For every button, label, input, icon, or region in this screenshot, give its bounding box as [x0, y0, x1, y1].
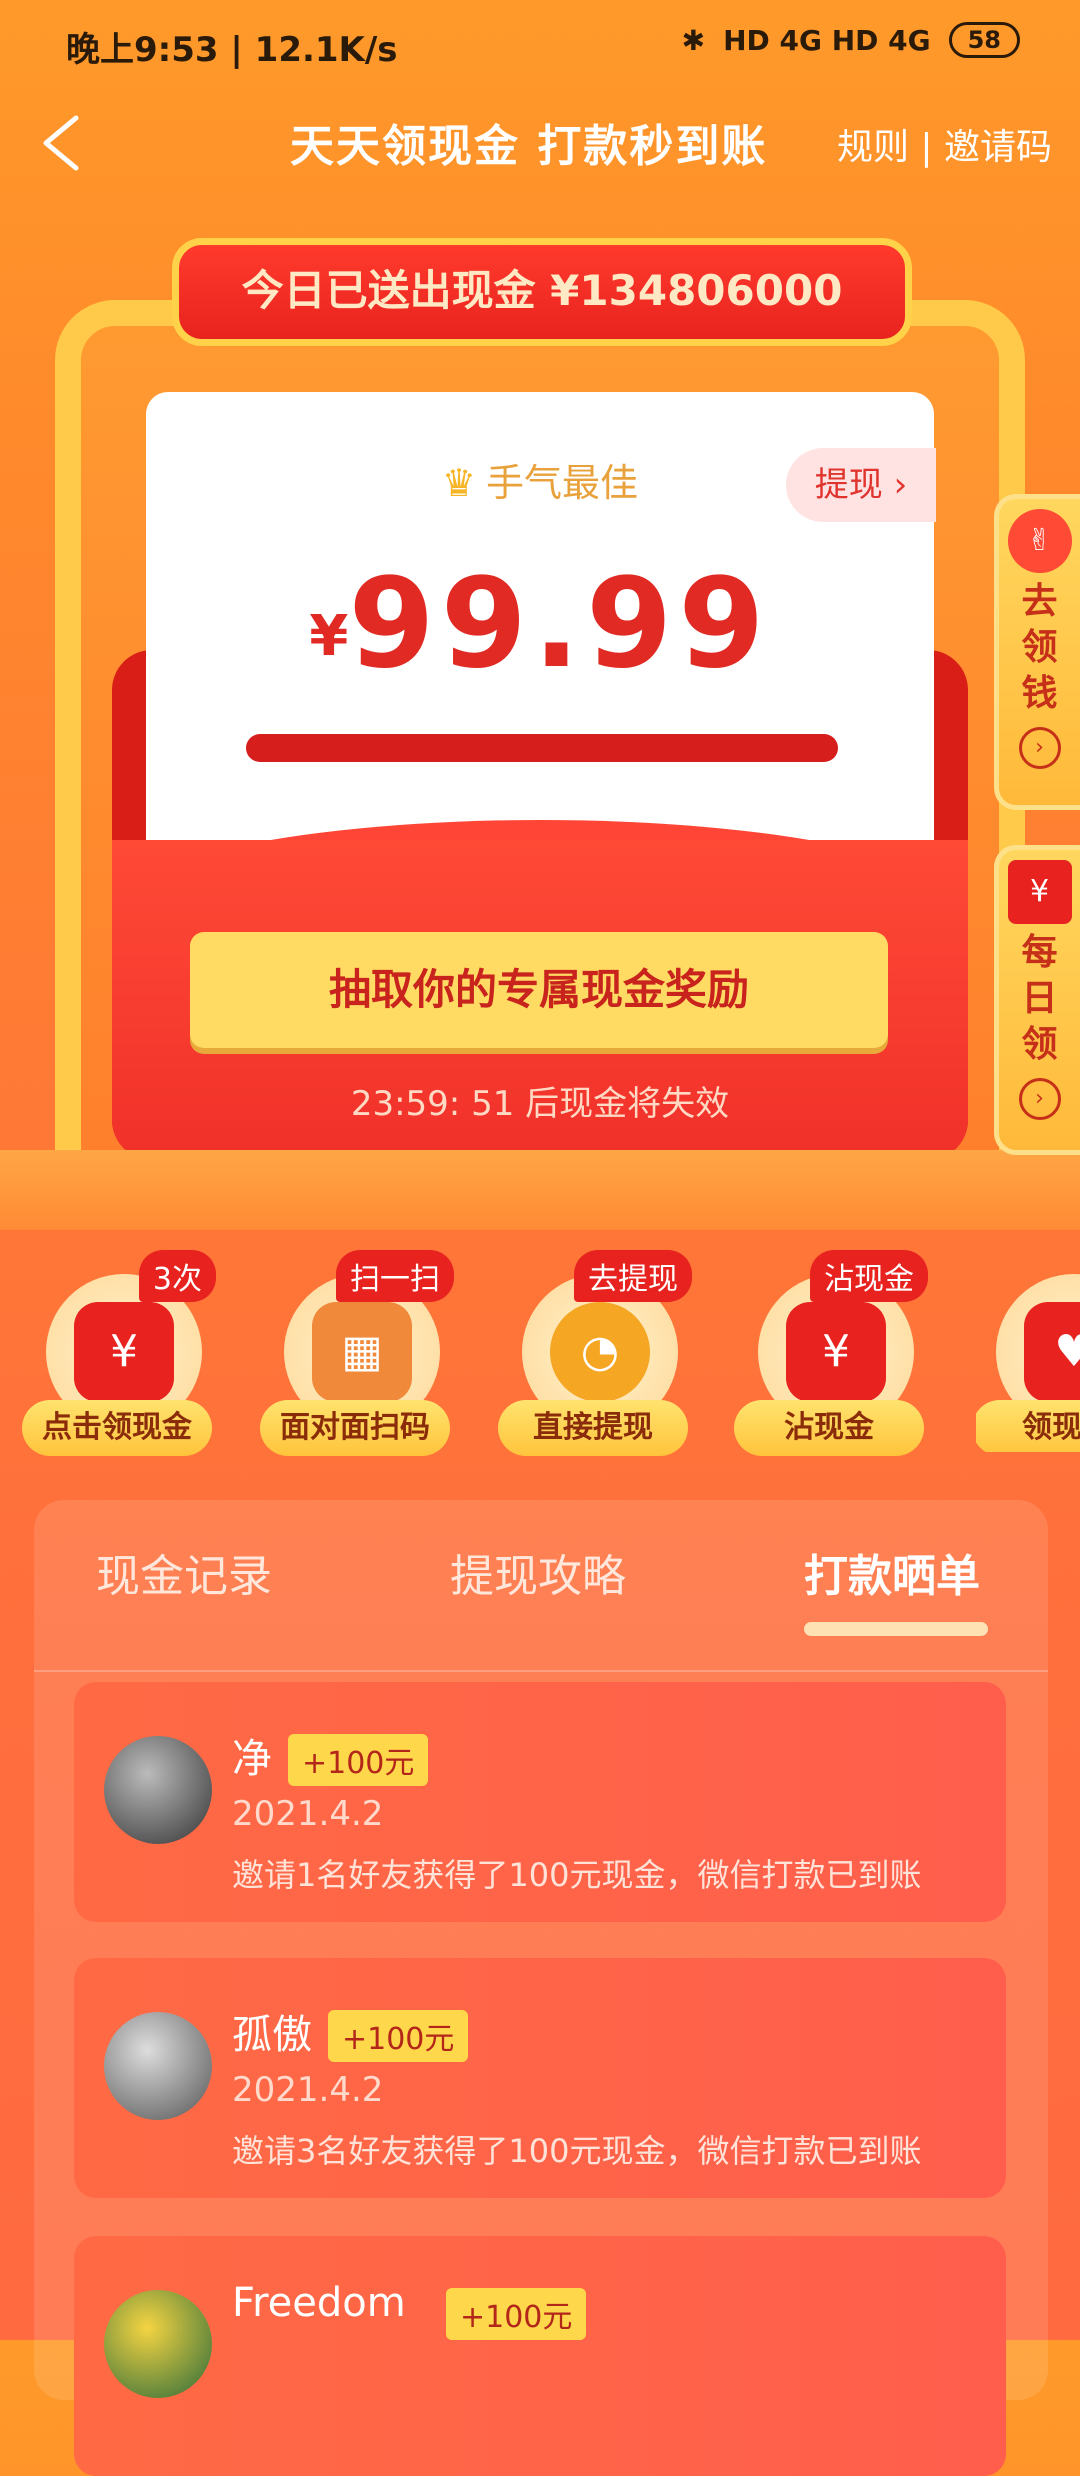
- user-name: Freedom: [232, 2280, 406, 2326]
- side-tab-daily[interactable]: ¥ 每日领 ›: [994, 845, 1080, 1155]
- reward-badge: +100元: [446, 2288, 587, 2340]
- quick-action-badge: 扫一扫: [336, 1250, 454, 1302]
- qr-phone-icon: ▦: [312, 1302, 412, 1402]
- avatar: [104, 2012, 212, 2120]
- quick-action-label: 直接提现: [498, 1400, 688, 1456]
- quick-action-claim-cash[interactable]: ¥ 3次 点击领现金: [22, 1250, 216, 1456]
- battery-indicator: 58: [948, 22, 1020, 58]
- side-tab-get-money[interactable]: ✌ 去领钱 ›: [994, 494, 1080, 810]
- quick-action-get-cash[interactable]: ♥ 领现金: [976, 1262, 1080, 1452]
- record-date: 2021.4.2: [232, 2070, 384, 2110]
- tab-cash-records[interactable]: 现金记录: [96, 1540, 272, 1604]
- rabbit-icon: ✌: [1007, 509, 1072, 573]
- record-description: 邀请3名好友获得了100元现金，微信打款已到账: [232, 2132, 922, 2170]
- chat-bubble-icon: ◔: [550, 1302, 650, 1402]
- chevron-left-icon: [43, 115, 79, 171]
- quick-action-label: 面对面扫码: [260, 1400, 450, 1456]
- chevron-circle-icon: ›: [1018, 727, 1061, 769]
- reward-badge: +100元: [328, 2010, 469, 2062]
- header-bar: 天天领现金 打款秒到账 规则 | 邀请码: [0, 96, 1080, 196]
- reward-card: ♛ 手气最佳 提现 › ¥99.99: [146, 392, 936, 892]
- quick-action-scan[interactable]: ▦ 扫一扫 面对面扫码: [260, 1250, 454, 1456]
- list-item: Freedom +100元: [74, 2236, 1006, 2476]
- quick-action-label: 点击领现金: [22, 1400, 212, 1456]
- active-tab-indicator: [804, 1622, 988, 1636]
- wallet-icon: ¥: [74, 1302, 174, 1402]
- quick-action-badge: 沾现金: [810, 1250, 928, 1302]
- expiry-timer: 23:59: 51 后现金将失效: [350, 1084, 730, 1124]
- withdraw-button[interactable]: 提现 ›: [786, 448, 936, 522]
- quick-action-badge: 3次: [138, 1250, 216, 1302]
- crown-icon: ♛: [441, 461, 477, 505]
- record-date: 2021.4.2: [232, 1794, 384, 1834]
- chevron-circle-icon: ›: [1018, 1078, 1061, 1120]
- total-sent-banner: 今日已送出现金 ¥134806000: [172, 238, 912, 346]
- stage-base: [0, 1150, 1080, 1230]
- quick-action-badge: 去提现: [574, 1250, 692, 1302]
- currency-symbol: ¥: [309, 604, 349, 669]
- side-tab-label: 去领钱: [1021, 581, 1058, 714]
- withdraw-label: 提现: [814, 465, 883, 505]
- avatar: [104, 1736, 212, 1844]
- quick-action-label: 领现金: [976, 1400, 1080, 1452]
- envelope-slot: [246, 734, 838, 762]
- status-right: ✱ HD 4G HD 4G 58: [682, 22, 1020, 58]
- bluetooth-icon: ✱: [681, 23, 706, 57]
- quick-action-label: 沾现金: [734, 1400, 924, 1456]
- tab-payment-proof[interactable]: 打款晒单: [804, 1540, 980, 1604]
- chevron-right-icon: ›: [882, 465, 908, 505]
- red-packet-icon: ¥: [786, 1302, 886, 1402]
- amount-value: 99.99: [348, 552, 771, 696]
- tab-withdraw-guide[interactable]: 提现攻略: [450, 1540, 626, 1604]
- user-name: 孤傲: [232, 2012, 312, 2058]
- page-title: 天天领现金 打款秒到账: [290, 121, 768, 172]
- rules-invite-links[interactable]: 规则 | 邀请码: [837, 118, 1052, 170]
- tab-divider: [34, 1670, 1048, 1672]
- list-item: 净 +100元 2021.4.2 邀请1名好友获得了100元现金，微信打款已到账: [74, 1682, 1006, 1922]
- status-bar: 晚上9:53 | 12.1K/s ✱ HD 4G HD 4G 58: [0, 0, 1080, 96]
- best-luck-text: 手气最佳: [486, 461, 639, 505]
- reward-badge: +100元: [288, 1734, 429, 1786]
- back-button[interactable]: [30, 108, 100, 178]
- avatar: [104, 2290, 212, 2398]
- records-panel: 现金记录 提现攻略 打款晒单 净 +100元 2021.4.2 邀请1名好友获得…: [34, 1500, 1048, 2476]
- status-time: 晚上9:53 | 12.1K/s: [66, 30, 398, 70]
- user-name: 净: [232, 1736, 272, 1782]
- quick-action-withdraw[interactable]: ◔ 去提现 直接提现: [498, 1250, 692, 1456]
- list-item: 孤傲 +100元 2021.4.2 邀请3名好友获得了100元现金，微信打款已到…: [74, 1958, 1006, 2198]
- heart-envelope-icon: ♥: [1024, 1302, 1080, 1402]
- record-description: 邀请1名好友获得了100元现金，微信打款已到账: [232, 1856, 922, 1894]
- draw-reward-button[interactable]: 抽取你的专属现金奖励: [190, 932, 888, 1048]
- side-tab-label: 每日领: [1021, 932, 1058, 1065]
- reward-amount: ¥99.99: [146, 552, 934, 696]
- red-envelope-icon: ¥: [1007, 860, 1072, 924]
- quick-action-dip-cash[interactable]: ¥ 沾现金 沾现金: [734, 1250, 928, 1456]
- network-indicator: HD 4G HD 4G: [723, 23, 931, 57]
